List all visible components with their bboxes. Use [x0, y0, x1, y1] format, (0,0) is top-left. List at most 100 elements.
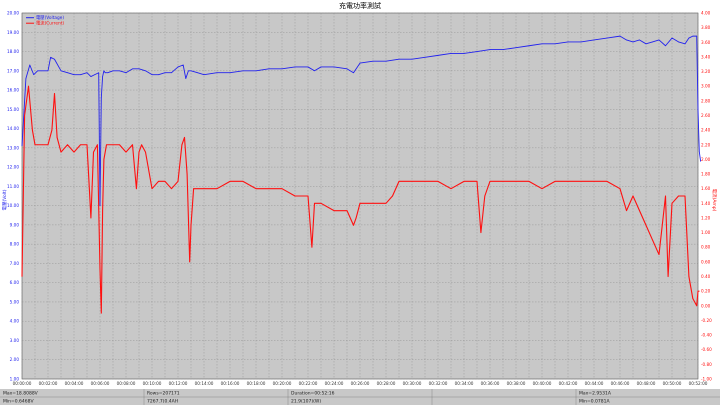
left-tick-label: 3.00: [10, 338, 20, 343]
current-point: [484, 195, 486, 197]
left-tick-label: 7.00: [10, 261, 20, 266]
current-point: [567, 181, 569, 182]
current-point: [189, 261, 191, 263]
left-axis-label: 電壓(Volt): [2, 189, 8, 210]
statistics-value: Rows=207171: [147, 391, 180, 397]
chart-window: 充電功率測試 1.00 2.00 3.00 4.00 5.00 6.00 7.00 8.00 9…: [0, 0, 720, 405]
voltage-point: [188, 70, 189, 72]
current-point: [307, 195, 309, 197]
current-point: [93, 151, 94, 153]
voltage-point: [47, 70, 49, 72]
right-tick-label: 3.60: [701, 40, 711, 45]
voltage-point: [255, 70, 257, 72]
left-tick-label: 10.00: [7, 203, 19, 208]
current-point: [463, 181, 465, 182]
left-tick-label: 15.00: [7, 107, 19, 112]
current-point: [541, 188, 543, 190]
voltage-point: [639, 39, 640, 41]
x-tick-label: 00:04:00: [65, 381, 84, 386]
current-point: [97, 144, 98, 146]
x-tick-label: 00:48:00: [637, 381, 656, 386]
right-tick-label: 1.40: [701, 201, 711, 206]
right-tick-label: -0.20: [701, 318, 712, 323]
voltage-point: [489, 49, 491, 50]
charging-power-chart: 充電功率測試 1.00 2.00 3.00 4.00 5.00 6.00 7.00 8.00 9…: [0, 0, 720, 405]
current-point: [355, 217, 357, 219]
voltage-point: [307, 66, 309, 68]
current-point: [181, 144, 183, 146]
current-point: [42, 144, 44, 146]
right-tick-label: 3.40: [701, 54, 711, 59]
voltage-point: [102, 76, 103, 77]
current-point: [626, 210, 627, 211]
x-tick-label: 00:16:00: [221, 381, 240, 386]
voltage-point: [99, 205, 101, 206]
current-point: [359, 202, 361, 204]
statistics-value: Max=2.9531A: [579, 391, 612, 397]
statistics-value: Duration=00:52:16: [291, 391, 335, 397]
voltage-point: [314, 70, 315, 72]
voltage-point: [463, 53, 465, 54]
current-point: [54, 93, 55, 94]
voltage-point: [697, 108, 699, 110]
right-tick-label: 2.00: [701, 157, 711, 162]
right-tick-label: 0.80: [701, 245, 711, 250]
x-tick-label: 00:10:00: [143, 381, 162, 386]
voltage-point: [626, 39, 627, 41]
current-point: [645, 224, 647, 226]
voltage-point: [104, 72, 106, 74]
voltage-point: [652, 41, 653, 43]
voltage-point: [281, 68, 283, 70]
x-tick-label: 00:18:00: [247, 381, 266, 386]
voltage-point: [41, 70, 42, 72]
current-point: [320, 202, 322, 204]
voltage-point: [606, 37, 608, 39]
current-point: [528, 181, 530, 182]
current-point: [60, 151, 62, 153]
current-point: [667, 276, 669, 277]
voltage-point: [385, 60, 387, 62]
current-point: [100, 312, 102, 314]
x-tick-label: 00:34:00: [455, 381, 474, 386]
right-tick-label: 3.00: [701, 84, 711, 89]
voltage-point: [50, 56, 51, 58]
current-point: [515, 181, 517, 182]
left-tick-label: 13.00: [7, 145, 19, 150]
voltage-point: [216, 72, 218, 74]
left-tick-label: 20.00: [7, 11, 19, 16]
current-point: [34, 144, 36, 146]
current-point: [678, 195, 679, 197]
current-point: [255, 188, 257, 190]
left-tick-label: 17.00: [7, 68, 19, 73]
right-tick-label: 0.40: [701, 274, 711, 279]
current-point: [385, 202, 387, 204]
voltage-point: [528, 45, 530, 47]
voltage-point: [80, 74, 81, 75]
x-tick-label: 00:42:00: [559, 381, 578, 386]
voltage-point: [185, 78, 187, 79]
x-tick-label: 00:28:00: [377, 381, 396, 386]
current-point: [216, 188, 218, 190]
voltage-point: [132, 68, 133, 70]
current-point: [141, 144, 142, 146]
voltage-point: [145, 70, 146, 72]
right-tick-label: 3.80: [701, 25, 711, 30]
current-point: [32, 129, 33, 131]
voltage-point: [515, 47, 517, 49]
left-tick-label: 12.00: [7, 165, 19, 170]
voltage-point: [398, 58, 400, 60]
right-tick-label: -0.40: [701, 333, 712, 338]
current-point: [102, 210, 103, 211]
right-tick-label: 2.20: [701, 142, 711, 147]
voltage-point: [437, 55, 439, 56]
current-point: [90, 217, 92, 219]
voltage-point: [138, 68, 140, 70]
voltage-point: [98, 72, 100, 74]
current-point: [639, 210, 640, 211]
voltage-point: [696, 35, 698, 37]
current-point: [136, 188, 137, 190]
current-point: [476, 181, 478, 182]
current-point: [281, 188, 283, 190]
current-point: [480, 232, 482, 233]
current-point: [502, 181, 504, 182]
